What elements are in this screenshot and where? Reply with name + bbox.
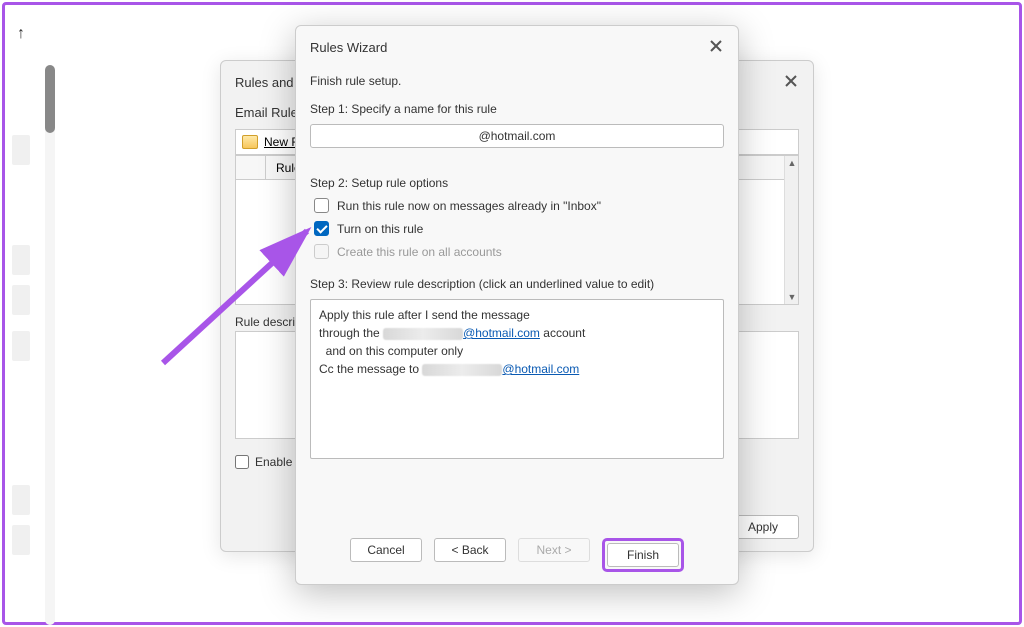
sidebar-placeholder [12,285,30,315]
run-now-label: Run this rule now on messages already in… [337,199,601,213]
finish-button[interactable]: Finish [607,543,679,567]
turn-on-option[interactable]: Turn on this rule [314,221,724,236]
sidebar-placeholder [12,525,30,555]
scroll-down-icon[interactable]: ▼ [785,290,799,304]
sidebar-placeholder [12,245,30,275]
run-now-option[interactable]: Run this rule now on messages already in… [314,198,724,213]
dialog-title: Rules Wizard [310,40,387,55]
checkbox-column [236,156,266,179]
step3-label: Step 3: Review rule description (click a… [310,277,724,291]
sidebar-placeholder [12,331,30,361]
left-scroll-track[interactable] [45,65,55,625]
up-arrow-icon[interactable]: ↑ [17,25,25,43]
sidebar-placeholder [12,135,30,165]
back-button[interactable]: < Back [434,538,506,562]
list-scrollbar[interactable]: ▲ ▼ [784,156,798,304]
left-scroll-thumb[interactable] [45,65,55,133]
cancel-button[interactable]: Cancel [350,538,422,562]
wizard-body: Finish rule setup. Step 1: Specify a nam… [310,74,724,529]
app-frame: ↑ Rules and Alerts Email Rules New Rule…… [2,2,1022,625]
all-accounts-checkbox [314,244,329,259]
all-accounts-label: Create this rule on all accounts [337,245,502,259]
recipient-link[interactable]: @hotmail.com [502,362,579,376]
desc-line-1: Apply this rule after I send the message [319,306,715,324]
desc-line-2: through the @hotmail.com account [319,324,715,342]
close-icon[interactable] [781,71,801,91]
account-link[interactable]: @hotmail.com [463,326,540,340]
rule-name-input[interactable] [310,124,724,148]
rule-description-box: Apply this rule after I send the message… [310,299,724,459]
wizard-buttons: Cancel < Back Next > Finish [296,538,738,572]
wizard-heading: Finish rule setup. [310,74,724,88]
redacted-recipient [422,364,502,376]
turn-on-checkbox[interactable] [314,221,329,236]
sidebar-placeholder [12,485,30,515]
new-rule-icon [242,135,258,149]
next-button: Next > [518,538,590,562]
all-accounts-option: Create this rule on all accounts [314,244,724,259]
desc-line-4: Cc the message to @hotmail.com [319,360,715,378]
tab-email-rules[interactable]: Email Rules [235,105,304,120]
redacted-account [383,328,463,340]
step1-label: Step 1: Specify a name for this rule [310,102,724,116]
run-now-checkbox[interactable] [314,198,329,213]
close-icon[interactable] [706,36,726,56]
rules-wizard-dialog: Rules Wizard Finish rule setup. Step 1: … [295,25,739,585]
turn-on-label: Turn on this rule [337,222,423,236]
step2-label: Step 2: Setup rule options [310,176,724,190]
finish-highlight: Finish [602,538,684,572]
desc-line-3: and on this computer only [319,342,715,360]
scroll-up-icon[interactable]: ▲ [785,156,799,170]
enable-rss-input[interactable] [235,455,249,469]
